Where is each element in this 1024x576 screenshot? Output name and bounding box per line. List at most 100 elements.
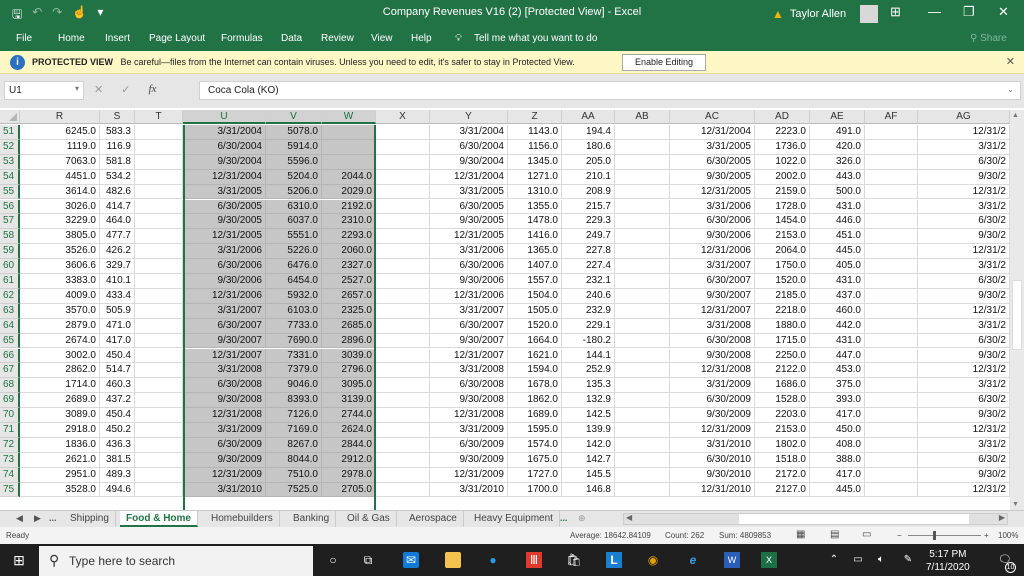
row-header[interactable]: 72: [0, 437, 20, 453]
cell-z63[interactable]: 1505.0: [508, 303, 562, 319]
cell-w61[interactable]: 2527.0: [322, 274, 376, 289]
cell-ac60[interactable]: 3/31/2007: [670, 259, 755, 274]
tab-file[interactable]: File: [16, 33, 32, 44]
cell-u70[interactable]: 12/31/2008: [183, 408, 266, 423]
cell-ab68[interactable]: [615, 378, 670, 394]
cell-u55[interactable]: 3/31/2005: [183, 184, 266, 200]
cell-x73[interactable]: [376, 452, 430, 468]
cell-aa55[interactable]: 208.9: [562, 184, 615, 200]
cell-y62[interactable]: 12/31/2006: [430, 288, 508, 304]
cell-s63[interactable]: 505.9: [100, 303, 135, 319]
column-header-x[interactable]: X: [376, 110, 430, 124]
cell-ab67[interactable]: [615, 363, 670, 379]
column-header-v[interactable]: V: [266, 110, 322, 124]
more-sheets-left[interactable]: ...: [49, 513, 57, 523]
cell-ac67[interactable]: 12/31/2008: [670, 363, 755, 379]
cell-y66[interactable]: 12/31/2007: [430, 348, 508, 364]
cell-w51[interactable]: [322, 125, 376, 140]
scroll-up-icon[interactable]: ▲: [1012, 112, 1019, 119]
cell-ag71[interactable]: 12/31/2: [918, 423, 1010, 438]
row-header[interactable]: 65: [0, 333, 20, 349]
cell-v66[interactable]: 7331.0: [266, 348, 322, 364]
app-l-icon[interactable]: L: [606, 552, 622, 568]
cell-ae61[interactable]: 431.0: [810, 274, 865, 289]
sheet-tab-food-home[interactable]: Food & Home: [120, 511, 198, 527]
cell-u52[interactable]: 6/30/2004: [183, 139, 266, 155]
cell-r52[interactable]: 1119.0: [20, 139, 100, 155]
cell-s66[interactable]: 450.4: [100, 348, 135, 364]
row-header[interactable]: 56: [0, 199, 20, 215]
store-icon[interactable]: 🛍︎: [566, 552, 582, 568]
zoom-level[interactable]: 100%: [998, 531, 1018, 540]
cell-w75[interactable]: 2705.0: [322, 482, 376, 498]
cell-ad66[interactable]: 2250.0: [755, 348, 810, 364]
sheet-tab-shipping[interactable]: Shipping: [64, 511, 116, 527]
cell-s71[interactable]: 450.2: [100, 423, 135, 438]
cell-x56[interactable]: [376, 199, 430, 215]
cell-ag73[interactable]: 6/30/2: [918, 452, 1010, 468]
cell-w60[interactable]: 2327.0: [322, 259, 376, 274]
cell-ab60[interactable]: [615, 259, 670, 274]
cell-aa57[interactable]: 229.3: [562, 214, 615, 230]
cell-r57[interactable]: 3229.0: [20, 214, 100, 230]
cell-t72[interactable]: [135, 437, 183, 453]
cell-u54[interactable]: 12/31/2004: [183, 169, 266, 185]
sheet-tab-aerospace[interactable]: Aerospace: [403, 511, 464, 527]
cell-t64[interactable]: [135, 318, 183, 334]
cell-ae75[interactable]: 445.0: [810, 482, 865, 498]
cell-y59[interactable]: 3/31/2006: [430, 244, 508, 260]
mail-icon[interactable]: ✉: [403, 552, 419, 568]
cell-af56[interactable]: [865, 199, 918, 215]
close-button[interactable]: ✕: [998, 4, 1009, 20]
cell-w66[interactable]: 3039.0: [322, 348, 376, 364]
cell-ab66[interactable]: [615, 348, 670, 364]
row-header[interactable]: 73: [0, 452, 20, 468]
cell-ac72[interactable]: 3/31/2010: [670, 437, 755, 453]
cell-s51[interactable]: 583.3: [100, 125, 135, 140]
cell-ab74[interactable]: [615, 467, 670, 483]
cell-af72[interactable]: [865, 437, 918, 453]
cell-v60[interactable]: 6476.0: [266, 259, 322, 274]
cell-ae69[interactable]: 393.0: [810, 393, 865, 409]
cell-ad74[interactable]: 2172.0: [755, 467, 810, 483]
cell-ab52[interactable]: [615, 139, 670, 155]
cell-ad73[interactable]: 1518.0: [755, 452, 810, 468]
cell-t62[interactable]: [135, 288, 183, 304]
cell-r56[interactable]: 3026.0: [20, 199, 100, 215]
cell-ac53[interactable]: 6/30/2005: [670, 154, 755, 170]
tell-me-search[interactable]: Tell me what you want to do: [474, 33, 597, 44]
cell-s58[interactable]: 477.7: [100, 229, 135, 245]
chrome-icon[interactable]: ◉: [645, 552, 661, 568]
cell-w64[interactable]: 2685.0: [322, 318, 376, 334]
column-header-ad[interactable]: AD: [755, 110, 810, 124]
row-header[interactable]: 51: [0, 125, 20, 140]
cell-ab53[interactable]: [615, 154, 670, 170]
cell-s56[interactable]: 414.7: [100, 199, 135, 215]
excel-icon[interactable]: X: [761, 552, 777, 568]
cell-x60[interactable]: [376, 259, 430, 274]
tab-page-layout[interactable]: Page Layout: [149, 33, 205, 44]
cell-ag66[interactable]: 9/30/2: [918, 348, 1010, 364]
cell-t75[interactable]: [135, 482, 183, 498]
cell-ad52[interactable]: 1736.0: [755, 139, 810, 155]
cell-ad61[interactable]: 1520.0: [755, 274, 810, 289]
cell-v58[interactable]: 5551.0: [266, 229, 322, 245]
row-header[interactable]: 52: [0, 139, 20, 155]
cell-ag70[interactable]: 9/30/2: [918, 408, 1010, 423]
cell-w71[interactable]: 2624.0: [322, 423, 376, 438]
cell-z70[interactable]: 1689.0: [508, 408, 562, 423]
cell-s55[interactable]: 482.6: [100, 184, 135, 200]
cell-y53[interactable]: 9/30/2004: [430, 154, 508, 170]
cell-ad64[interactable]: 1880.0: [755, 318, 810, 334]
cell-ae62[interactable]: 437.0: [810, 288, 865, 304]
cell-aa51[interactable]: 194.4: [562, 125, 615, 140]
cell-ab56[interactable]: [615, 199, 670, 215]
ribbon-display-options-icon[interactable]: ⊞: [890, 4, 901, 20]
cell-aa53[interactable]: 205.0: [562, 154, 615, 170]
cell-r60[interactable]: 3606.6: [20, 259, 100, 274]
cell-ac66[interactable]: 9/30/2008: [670, 348, 755, 364]
cell-af62[interactable]: [865, 288, 918, 304]
cell-s73[interactable]: 381.5: [100, 452, 135, 468]
cell-ag61[interactable]: 6/30/2: [918, 274, 1010, 289]
share-button[interactable]: ⚲ Share: [970, 33, 1007, 44]
